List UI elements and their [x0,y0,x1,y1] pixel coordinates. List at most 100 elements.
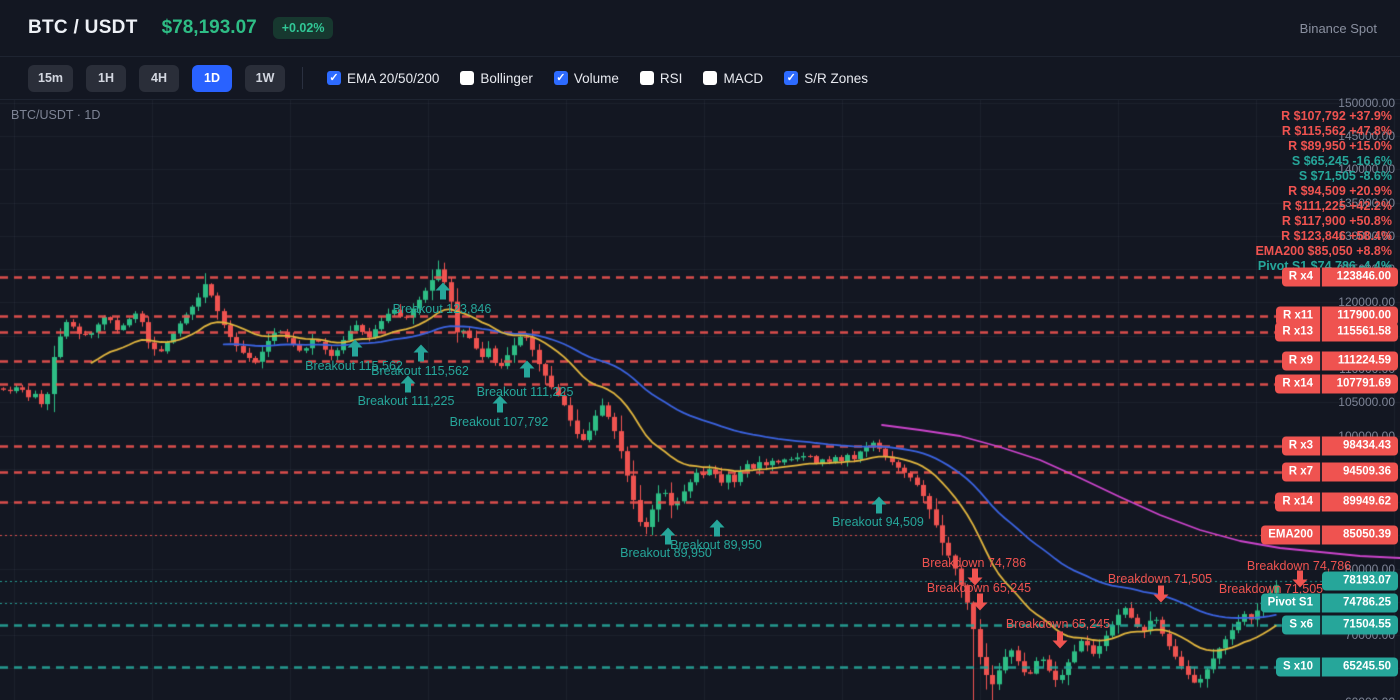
arrow-up-icon [493,396,508,413]
signal-item: R $89,950 +15.0% [1255,139,1392,154]
breakout-annotation: Breakout 89,950 [670,538,762,552]
level-tag-label: R x7 [1282,463,1322,482]
level-tag-label: R x3 [1282,436,1322,455]
level-tag-value: 89949.62 [1322,493,1398,512]
breakout-annotation: Breakout 115,562 [371,364,469,378]
current-price-tag: 78193.07 [1322,571,1398,590]
indicator-label: RSI [660,71,683,86]
chart-toolbar: 15m 1H 4H 1D 1W ✓ EMA 20/50/200 Bollinger ✓ Volu… [0,57,1400,100]
signal-item: R $111,225 +42.2% [1255,199,1392,214]
level-tag-label: R x14 [1275,493,1322,512]
checkbox-unchecked-icon[interactable] [460,71,474,85]
signal-item: R $115,562 +47.8% [1255,124,1392,139]
signal-item: S $71,505 -8.6% [1255,169,1392,184]
checkbox-unchecked-icon[interactable] [703,71,717,85]
change-badge: +0.02% [273,17,334,39]
level-tag-label: R x13 [1275,322,1322,341]
timeframe-button-1h[interactable]: 1H [86,65,126,92]
price-axis-label: 105000.00 [1338,395,1395,409]
timeframe-button-1d[interactable]: 1D [192,65,232,92]
exchange-label: Binance Spot [1300,21,1377,36]
checkbox-checked-icon[interactable]: ✓ [784,71,798,85]
level-tag-value: 74786.25 [1322,594,1398,613]
arrow-up-icon [436,283,451,300]
level-tag-value: 71504.55 [1322,616,1398,635]
indicator-toggle-s-r-zones[interactable]: ✓ S/R Zones [784,71,868,86]
timeframe-button-4h[interactable]: 4H [139,65,179,92]
signal-item: R $123,846 +58.4% [1255,229,1392,244]
chart-watermark: BTC/USDT · 1D [11,108,100,122]
arrow-up-icon [401,376,416,393]
level-tag-s-x10: S x1065245.50 [1276,657,1398,676]
signal-list: R $107,792 +37.9%R $115,562 +47.8%R $89,… [1255,109,1392,274]
checkbox-unchecked-icon[interactable] [640,71,654,85]
chart-area: BTC/USDT · 1D 150000.00145000.00140000.0… [0,100,1400,700]
breakout-annotation: Breakout 111,225 [477,385,574,399]
level-tag-value: 65245.50 [1322,657,1398,676]
level-tag-value: 123846.00 [1322,267,1398,286]
level-tag-r-x14: R x14107791.69 [1275,374,1398,393]
timeframe-button-15m[interactable]: 15m [28,65,73,92]
level-tag-r-x3: R x398434.43 [1282,436,1398,455]
signal-item: S $65,245 -16.6% [1255,154,1392,169]
level-tag-value: 94509.36 [1322,463,1398,482]
checkbox-checked-icon[interactable]: ✓ [554,71,568,85]
toolbar-divider [302,67,303,89]
timeframe-button-1w[interactable]: 1W [245,65,285,92]
level-tag-label: EMA200 [1261,525,1322,544]
signal-item: R $107,792 +37.9% [1255,109,1392,124]
level-tag-value: 107791.69 [1322,374,1398,393]
price-canvas[interactable] [0,100,1400,700]
arrow-up-icon [520,361,535,378]
breakdown-annotation: Breakdown 65,245 [1006,617,1110,631]
arrow-up-icon [710,520,725,537]
header-bar: BTC / USDT $78,193.07 +0.02% Binance Spo… [0,0,1400,57]
indicator-toggle-volume[interactable]: ✓ Volume [554,71,619,86]
last-price: $78,193.07 [162,17,257,39]
signal-item: EMA200 $85,050 +8.8% [1255,244,1392,259]
breakout-annotation: Breakout 94,509 [832,515,924,529]
indicator-group: ✓ EMA 20/50/200 Bollinger ✓ Volume RSI MACD ✓ S/… [327,71,868,86]
level-tag-label: Pivot S1 [1261,594,1322,613]
arrow-up-icon [872,497,887,514]
level-tag-value: 115561.58 [1322,322,1398,341]
breakout-annotation: Breakout 111,225 [358,394,455,408]
level-tag-label: R x4 [1282,267,1322,286]
signal-item: R $94,509 +20.9% [1255,184,1392,199]
level-tag-ema200: EMA20085050.39 [1261,525,1398,544]
level-tag-value: 98434.43 [1322,436,1398,455]
arrow-up-icon [414,345,429,362]
indicator-toggle-rsi[interactable]: RSI [640,71,683,86]
indicator-toggle-bollinger[interactable]: Bollinger [460,71,533,86]
price-axis-label: 60000.00 [1345,695,1395,700]
level-tag-r-x7: R x794509.36 [1282,463,1398,482]
level-tag-r-x4: R x4123846.00 [1282,267,1398,286]
indicator-label: Volume [574,71,619,86]
level-tag-r-x14: R x1489949.62 [1275,493,1398,512]
price-axis-label: 150000.00 [1338,96,1395,110]
level-tag-pivot-s1: Pivot S174786.25 [1261,594,1398,613]
arrow-down-icon [1053,632,1068,649]
arrow-down-icon [973,594,988,611]
indicator-label: EMA 20/50/200 [347,71,439,86]
level-tag-r-x9: R x9111224.59 [1282,351,1398,370]
indicator-label: MACD [723,71,763,86]
level-tag-s-x6: S x671504.55 [1282,616,1398,635]
indicator-label: Bollinger [480,71,533,86]
checkbox-checked-icon[interactable]: ✓ [327,71,341,85]
trading-terminal: BTC / USDT $78,193.07 +0.02% Binance Spo… [0,0,1400,700]
level-tag-label: S x6 [1282,616,1322,635]
level-tag-value: 78193.07 [1322,571,1398,590]
arrow-down-icon [1154,586,1169,603]
breakout-annotation: Breakout 107,792 [450,415,549,429]
timeframe-group: 15m 1H 4H 1D 1W [28,65,285,92]
level-tag-label: R x9 [1282,351,1322,370]
arrow-up-icon [348,340,363,357]
level-tag-label: R x14 [1275,374,1322,393]
level-tag-value: 111224.59 [1322,351,1398,370]
indicator-toggle-macd[interactable]: MACD [703,71,763,86]
indicator-label: S/R Zones [804,71,868,86]
level-tag-value: 85050.39 [1322,525,1398,544]
indicator-toggle-ema-20-50-200[interactable]: ✓ EMA 20/50/200 [327,71,439,86]
level-tag-r-x13: R x13115561.58 [1275,322,1398,341]
